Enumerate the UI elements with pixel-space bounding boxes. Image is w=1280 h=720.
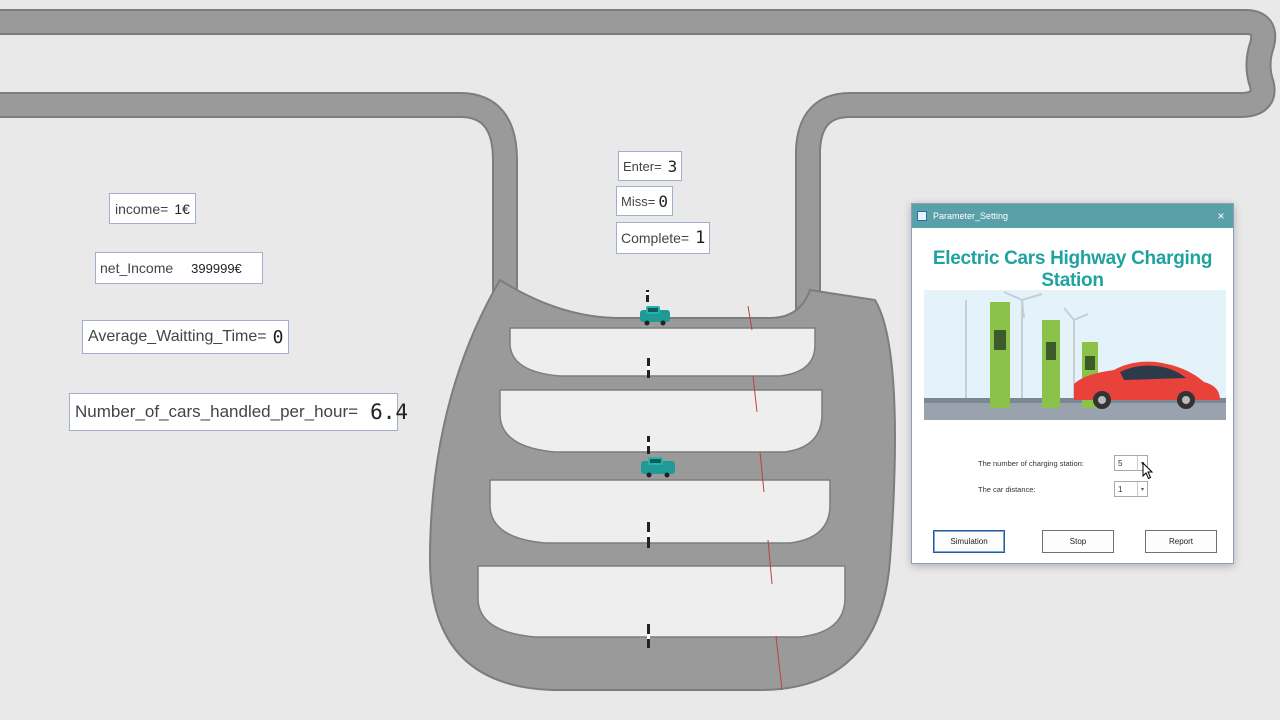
income-label-text: income= <box>115 200 169 217</box>
island-2 <box>499 389 823 453</box>
net-income-value: 399999€ <box>191 260 242 276</box>
dialog-window-title: Parameter_Setting <box>933 211 1009 221</box>
complete-label-text: Complete= <box>621 230 690 246</box>
charging-station-label: The number of charging station: <box>978 458 1084 468</box>
miss-label-text: Miss= <box>621 193 656 209</box>
car-distance-value: 1 <box>1118 484 1123 494</box>
net-income-label: net_Income 399999€ <box>95 252 263 284</box>
parameter-dialog: Parameter_Setting × Electric Cars Highwa… <box>911 203 1234 564</box>
island-4 <box>477 565 846 638</box>
avg-wait-value: 0 <box>272 326 284 348</box>
car-distance-row: The car distance: 1 ▾ <box>978 481 1148 497</box>
charging-station-row: The number of charging station: 5 ▾ <box>978 455 1148 471</box>
charger-post-icon <box>647 436 650 454</box>
charger-post-icon <box>647 624 650 648</box>
avg-wait-label: Average_Waitting_Time= 0 <box>82 320 290 354</box>
cars-per-hour-label: Number_of_cars_handled_per_hour= 6.4 <box>69 393 408 431</box>
simulation-button[interactable]: Simulation <box>933 530 1005 553</box>
charger-post-icon <box>647 522 650 548</box>
miss-label: Miss= 0 <box>616 186 673 216</box>
enter-value: 3 <box>667 156 678 176</box>
avg-wait-label-text: Average_Waitting_Time= <box>88 328 267 345</box>
window-app-icon <box>917 211 927 221</box>
stop-button[interactable]: Stop <box>1042 530 1114 553</box>
cursor-icon <box>1142 462 1154 480</box>
car-distance-stepper[interactable]: 1 ▾ <box>1114 481 1148 497</box>
charger-station-icon <box>990 302 1010 408</box>
enter-label: Enter= 3 <box>618 151 683 181</box>
car-distance-label: The car distance: <box>978 484 1036 494</box>
ev-charging-illustration <box>924 290 1226 420</box>
miss-value: 0 <box>658 191 668 211</box>
dialog-heading: Electric Cars Highway Charging Station <box>932 248 1213 291</box>
dialog-titlebar[interactable]: Parameter_Setting × <box>912 204 1233 228</box>
report-button[interactable]: Report <box>1145 530 1217 553</box>
complete-value: 1 <box>695 228 706 248</box>
cars-per-hour-value: 6.4 <box>370 400 408 424</box>
island-3 <box>489 479 831 544</box>
chevron-down-icon[interactable]: ▾ <box>1137 482 1147 496</box>
charger-post-icon <box>647 358 650 378</box>
cars-per-hour-label-text: Number_of_cars_handled_per_hour= <box>75 402 359 421</box>
enter-label-text: Enter= <box>623 158 662 174</box>
charger-post-icon <box>646 290 649 302</box>
charger-station-icon <box>1042 320 1060 408</box>
charging-station-value: 5 <box>1118 458 1123 468</box>
net-income-label-text: net_Income <box>100 260 174 276</box>
island-1 <box>509 327 816 377</box>
complete-label: Complete= 1 <box>616 222 711 254</box>
close-icon[interactable]: × <box>1209 209 1233 223</box>
income-value: 1€ <box>174 200 190 217</box>
income-label: income= 1€ <box>109 193 196 224</box>
